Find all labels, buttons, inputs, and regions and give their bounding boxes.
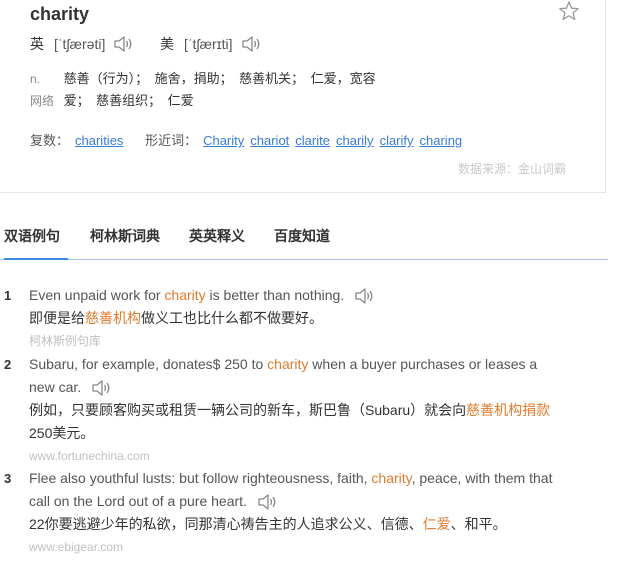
speaker-icon[interactable]: [257, 493, 277, 511]
sentence-english: Even unpaid work for charity is better t…: [29, 284, 559, 307]
sentence-english: Subaru, for example, donates$ 250 to cha…: [29, 353, 559, 399]
sentence-chinese: 即便是给慈善机构做义工也比什么都不做要好。: [29, 310, 323, 326]
definition-row: n. 慈善（行为）； 施舍，捐助； 慈善机关； 仁爱，宽容: [30, 68, 376, 90]
sentence-source[interactable]: 柯林斯例句库: [29, 330, 101, 353]
tab-baidu-zhidao[interactable]: 百度知道: [274, 226, 330, 258]
tab-collins[interactable]: 柯林斯词典: [90, 226, 160, 258]
word-card: charity 英 [ˈtʃærəti] 美 [ˈtʃærɪti] n. 慈善（…: [0, 0, 606, 193]
pron-uk: 英 [ˈtʃærəti]: [30, 34, 133, 54]
sentence-chinese: 例如，只要顾客购买或租赁一辆公司的新车，斯巴鲁（Subaru）就会向慈善机构捐款…: [29, 402, 551, 441]
sentence-source[interactable]: www.ebigear.com: [29, 536, 123, 559]
data-source: 数据来源：金山词霸: [458, 162, 567, 176]
highlight-word: charity: [371, 470, 412, 486]
speaker-icon[interactable]: [354, 287, 374, 305]
sentence-chinese: 22你要逃避少年的私欲，同那清心祷告主的人追求公义、信德、仁爱、和平。: [29, 516, 507, 532]
sentence-source[interactable]: www.fortunechina.com: [29, 445, 150, 468]
highlight-word: 慈善机构: [85, 310, 141, 326]
part-of-speech: 网络: [30, 94, 55, 108]
pron-us-ipa: [ˈtʃærɪti]: [184, 36, 233, 52]
definition-text: 爱； 慈善组织； 仁爱: [63, 93, 194, 108]
similar-label: 形近词：: [145, 133, 198, 148]
definition-row: 网络 爱； 慈善组织； 仁爱: [30, 90, 376, 112]
speaker-icon[interactable]: [113, 35, 133, 53]
pron-uk-ipa: [ˈtʃærəti]: [54, 36, 106, 52]
favorite-star-icon[interactable]: [558, 0, 580, 22]
pron-us-label: 美: [160, 36, 174, 52]
headword: charity: [30, 4, 90, 24]
tab-bilingual-examples[interactable]: 双语例句: [4, 226, 68, 260]
tab-bar: 双语例句 柯林斯词典 英英释义 百度知道: [0, 224, 608, 260]
sentence-number: 3: [4, 471, 12, 486]
highlight-word: charity: [164, 287, 206, 303]
highlight-word: charity: [267, 356, 309, 372]
plural-link[interactable]: charities: [75, 133, 123, 148]
part-of-speech: n.: [30, 72, 41, 86]
sentence-number: 2: [4, 357, 12, 372]
definitions: n. 慈善（行为）； 施舍，捐助； 慈善机关； 仁爱，宽容 网络 爱； 慈善组织…: [30, 68, 376, 112]
pron-uk-label: 英: [30, 36, 44, 52]
similar-word-link[interactable]: charily: [336, 133, 374, 148]
tab-english-definitions[interactable]: 英英释义: [189, 226, 245, 258]
similar-word-link[interactable]: clarify: [380, 133, 414, 148]
highlight-word: 慈善机构捐款: [466, 402, 551, 418]
definition-text: 慈善（行为）； 施舍，捐助； 慈善机关； 仁爱，宽容: [63, 71, 376, 86]
sentence-number: 1: [4, 288, 12, 303]
word-forms: 复数： charities 形近词： Charity chariot clarite ch…: [30, 130, 468, 149]
highlight-word: 仁爱: [422, 516, 451, 532]
plural-label: 复数：: [30, 133, 70, 148]
example-sentence: 2 Subaru, for example, donates$ 250 to c…: [0, 353, 600, 463]
example-sentence: 3 Flee also youthful lusts: but follow r…: [0, 467, 600, 562]
pron-us: 美 [ˈtʃærɪti]: [160, 34, 261, 54]
similar-word-link[interactable]: clarite: [295, 133, 330, 148]
example-sentence: 1 Even unpaid work for charity is better…: [0, 284, 600, 354]
speaker-icon[interactable]: [241, 35, 261, 53]
similar-word-link[interactable]: chariot: [250, 133, 289, 148]
similar-word-link[interactable]: Charity: [203, 133, 244, 148]
similar-word-link[interactable]: charing: [420, 133, 463, 148]
speaker-icon[interactable]: [91, 379, 111, 397]
sentence-english: Flee also youthful lusts: but follow rig…: [29, 467, 559, 513]
